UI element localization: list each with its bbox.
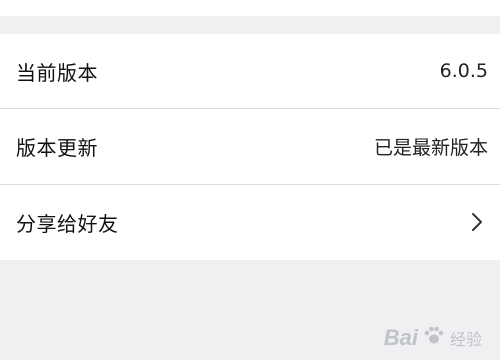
current-version-label: 当前版本	[16, 60, 98, 85]
paw-icon	[422, 324, 446, 352]
current-version-value: 6.0.5	[439, 60, 488, 82]
version-update-label: 版本更新	[16, 135, 98, 160]
share-to-friends-label: 分享给好友	[16, 211, 119, 236]
share-to-friends-row[interactable]: 分享给好友	[0, 184, 500, 260]
chevron-right-icon	[466, 211, 488, 233]
watermark-text: Bai	[383, 325, 418, 350]
version-update-row[interactable]: 版本更新 已是最新版本	[0, 108, 500, 184]
settings-screen: 当前版本 6.0.5 版本更新 已是最新版本 分享给好友 Bai 经验	[0, 0, 500, 360]
settings-list: 当前版本 6.0.5 版本更新 已是最新版本 分享给好友	[0, 34, 500, 260]
current-version-row: 当前版本 6.0.5	[0, 34, 500, 108]
baidu-jingyan-watermark: Bai 经验	[384, 324, 482, 352]
watermark-sub: 经验	[449, 330, 482, 349]
top-card-edge	[0, 0, 500, 16]
version-update-status: 已是最新版本	[373, 136, 488, 159]
